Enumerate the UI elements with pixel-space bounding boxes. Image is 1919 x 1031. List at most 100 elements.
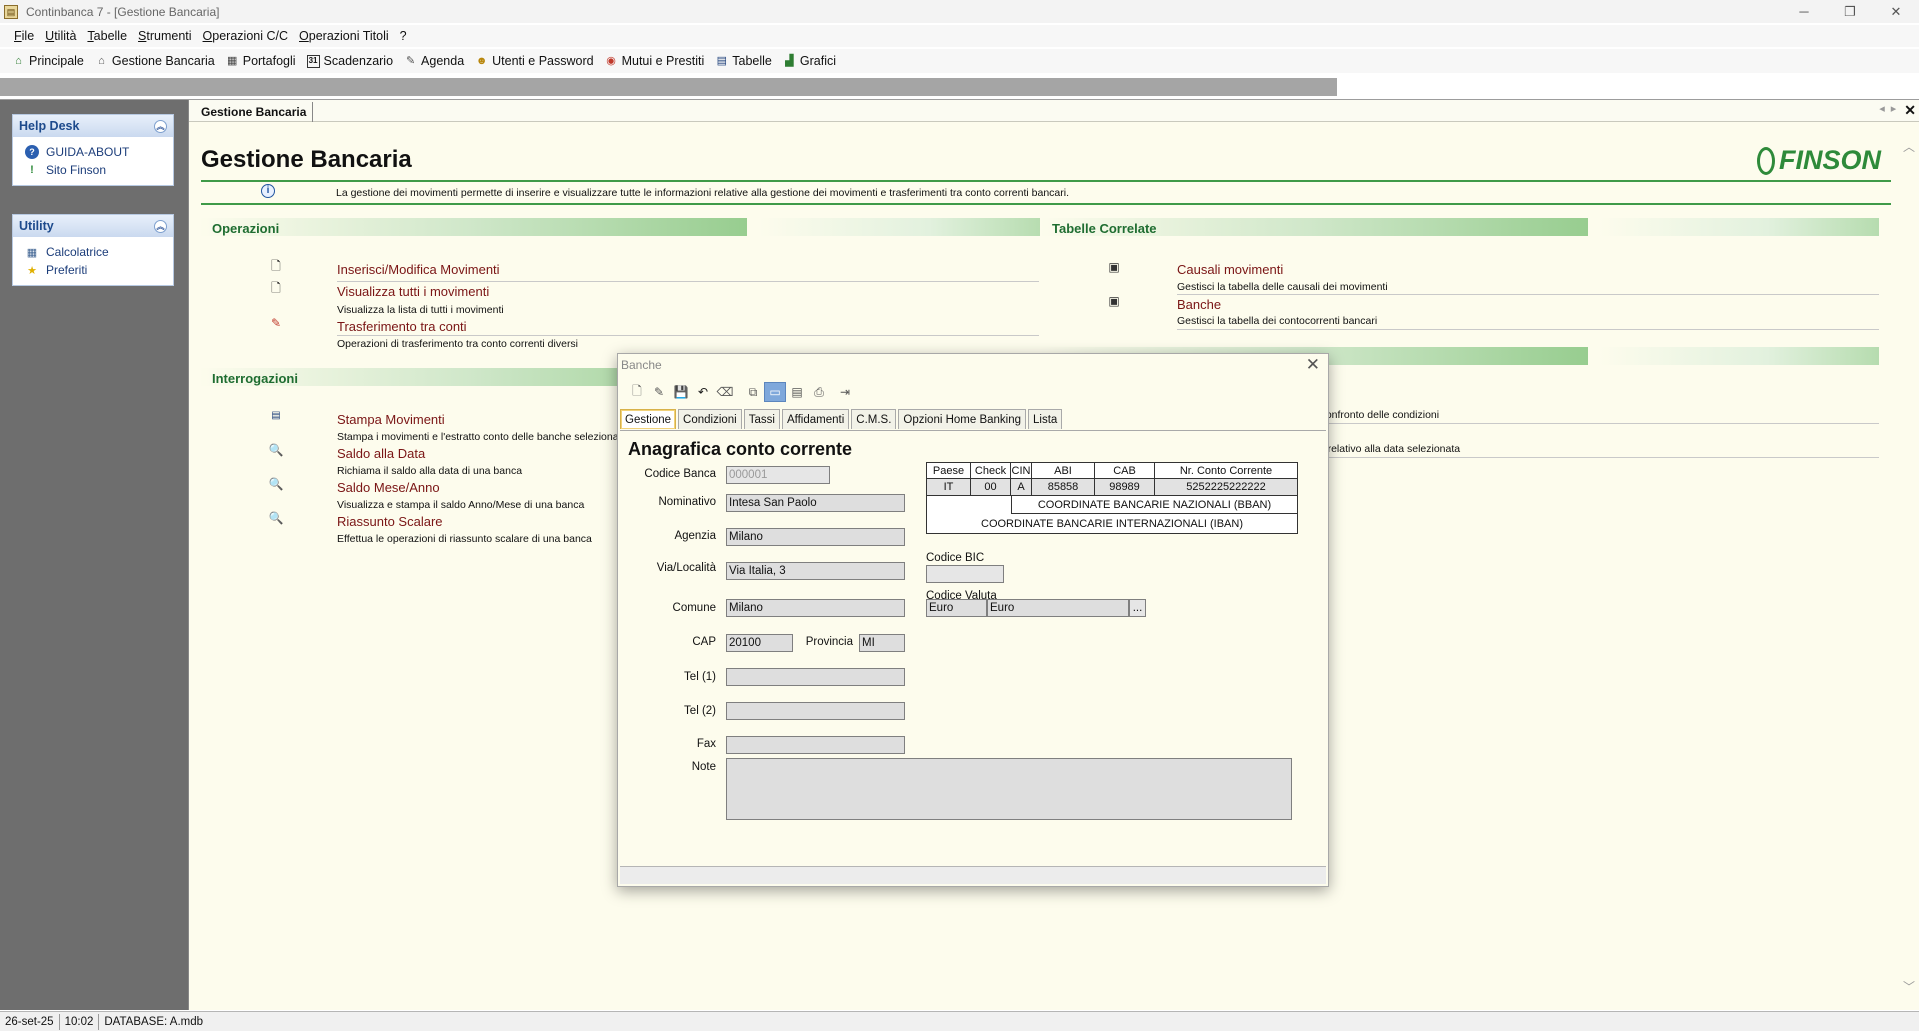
scroll-up-icon[interactable]: ︿ (1903, 138, 1915, 155)
link-visualizza-movimenti[interactable]: Visualizza tutti i movimenti (337, 284, 489, 299)
tab-gestione-bancaria[interactable]: Gestione Bancaria (195, 102, 314, 122)
dialog-status-bar (620, 866, 1326, 884)
toolbar-tabelle[interactable]: ▤ Tabelle (715, 54, 772, 68)
utility-header[interactable]: Utility ︽ (13, 215, 173, 237)
tab-affidamenti[interactable]: Affidamenti (781, 409, 850, 429)
link-causali-movimenti[interactable]: Causali movimenti (1177, 262, 1283, 277)
menu-operazioni-cc[interactable]: Operazioni C/C (203, 29, 288, 43)
save-icon[interactable]: 💾 (670, 382, 692, 402)
minimize-icon[interactable]: ─ (1781, 0, 1827, 23)
value-paese[interactable]: IT (927, 479, 971, 496)
tab-next-icon[interactable]: ▸ (1891, 102, 1897, 119)
comune-field[interactable]: Milano (726, 599, 905, 617)
link-stampa-movimenti[interactable]: Stampa Movimenti (337, 412, 445, 427)
close-window-icon[interactable]: ✕ (1873, 0, 1919, 23)
list-view-icon[interactable]: ▤ (786, 382, 808, 402)
note-field[interactable] (726, 758, 1292, 820)
toolbar-principale[interactable]: ⌂ Principale (12, 54, 84, 68)
close-tab-icon[interactable]: ✕ (1904, 102, 1916, 119)
status-bar: 26-set-25 10:02 DATABASE: A.mdb (0, 1011, 1919, 1031)
exit-icon[interactable]: ⇥ (834, 382, 856, 402)
toolbar-scadenzario[interactable]: 31 Scadenzario (306, 54, 393, 68)
via-localita-field[interactable]: Via Italia, 3 (726, 562, 905, 580)
provincia-field[interactable]: MI (859, 634, 905, 652)
toolbar-grafici[interactable]: ▟ Grafici (783, 54, 836, 68)
toolbar-agenda[interactable]: ✎ Agenda (404, 54, 464, 68)
link-saldo-mese-anno[interactable]: Saldo Mese/Anno (337, 480, 440, 495)
codice-banca-field[interactable]: 000001 (726, 466, 830, 484)
agenzia-field[interactable]: Milano (726, 528, 905, 546)
toolbar-gestione-bancaria[interactable]: ⌂ Gestione Bancaria (95, 54, 215, 68)
menu-strumenti[interactable]: Strumenti (138, 29, 192, 43)
desc-stampa-movimenti: Stampa i movimenti e l'estratto conto de… (337, 431, 628, 443)
restore-icon[interactable]: ❐ (1827, 0, 1873, 23)
collapse-icon[interactable]: ︽ (154, 219, 167, 233)
label-fax: Fax (696, 738, 716, 750)
helpdesk-box: Help Desk ︽ ? GUIDA-ABOUT ! Sito Finson (12, 114, 174, 186)
menu-utilita[interactable]: Utilità (45, 29, 76, 43)
document-icon: 🗋 (271, 280, 281, 295)
helpdesk-header[interactable]: Help Desk ︽ (13, 115, 173, 137)
scroll-down-icon[interactable]: ﹀ (1903, 978, 1915, 995)
fax-field[interactable] (726, 736, 905, 754)
tab-condizioni[interactable]: Condizioni (678, 409, 742, 429)
eraser-icon[interactable]: ⌫ (714, 382, 736, 402)
tel1-field[interactable] (726, 668, 905, 686)
menu-tabelle[interactable]: Tabelle (87, 29, 127, 43)
link-preferiti[interactable]: ★ Preferiti (25, 261, 161, 279)
cap-field[interactable]: 20100 (726, 634, 793, 652)
link-sito-finson[interactable]: ! Sito Finson (25, 161, 161, 179)
desc-saldo-data-left: Richiama il saldo alla data di una banca (337, 465, 523, 477)
close-dialog-icon[interactable]: ✕ (1306, 355, 1320, 375)
collapse-icon[interactable]: ︽ (154, 119, 167, 133)
link-inserisci-movimenti[interactable]: Inserisci/Modifica Movimenti (337, 262, 500, 277)
nominativo-field[interactable]: Intesa San Paolo (726, 494, 905, 512)
codice-bic-field[interactable] (926, 565, 1004, 583)
desc-causali-movimenti: Gestisci la tabella delle causali dei mo… (1177, 281, 1388, 293)
value-cab[interactable]: 98989 (1095, 479, 1155, 496)
page-title: Gestione Bancaria (201, 146, 412, 173)
search-icon: 🔍 (268, 511, 284, 525)
section-title-operazioni: Operazioni (212, 221, 280, 236)
label-tel1: Tel (1) (684, 671, 716, 683)
menu-help[interactable]: ? (400, 29, 407, 43)
label-agenzia: Agenzia (674, 530, 716, 542)
codice-valuta-field[interactable]: Euro (926, 599, 987, 617)
portfolio-icon: ▦ (227, 54, 238, 67)
tab-prev-icon[interactable]: ◂ (1879, 102, 1885, 119)
label-comune: Comune (672, 602, 716, 614)
print-icon[interactable]: ⎙ (808, 382, 830, 402)
divider (337, 335, 1039, 336)
left-panel: Help Desk ︽ ? GUIDA-ABOUT ! Sito Finson Ut… (0, 100, 188, 1010)
form-view-icon[interactable]: ▭ (764, 382, 786, 402)
tab-cms[interactable]: C.M.S. (851, 409, 897, 429)
value-check[interactable]: 00 (971, 479, 1011, 496)
toolbar-mutui[interactable]: ◉ Mutui e Prestiti (605, 54, 704, 68)
link-saldo-data[interactable]: Saldo alla Data (337, 446, 425, 461)
tab-opzioni-home-banking[interactable]: Opzioni Home Banking (898, 409, 1027, 429)
edit-icon[interactable]: ✎ (648, 382, 670, 402)
link-guida-about[interactable]: ? GUIDA-ABOUT (25, 143, 161, 161)
valuta-lookup-button[interactable]: ... (1129, 599, 1146, 617)
menu-operazioni-titoli[interactable]: Operazioni Titoli (299, 29, 389, 43)
value-nr-conto[interactable]: 5252225222222 (1155, 479, 1297, 496)
copy-icon[interactable]: ⧉ (742, 382, 764, 402)
menu-file[interactable]: File (14, 29, 34, 43)
toolbar-utenti[interactable]: ☻ Utenti e Password (475, 54, 594, 68)
link-calcolatrice[interactable]: ▦ Calcolatrice (25, 243, 161, 261)
dialog-title: Banche (621, 358, 662, 372)
link-banche[interactable]: Banche (1177, 297, 1221, 312)
undo-icon[interactable]: ↶ (692, 382, 714, 402)
dialog-tabs: Gestione Condizioni Tassi Affidamenti C.… (620, 409, 1064, 429)
value-cin[interactable]: A (1011, 479, 1032, 496)
tel2-field[interactable] (726, 702, 905, 720)
link-riassunto-scalare[interactable]: Riassunto Scalare (337, 514, 443, 529)
helpdesk-title: Help Desk (19, 119, 80, 133)
tab-tassi[interactable]: Tassi (743, 409, 780, 429)
tab-gestione[interactable]: Gestione (620, 409, 677, 429)
value-abi[interactable]: 85858 (1032, 479, 1095, 496)
toolbar-portafogli[interactable]: ▦ Portafogli (226, 54, 296, 68)
new-record-icon[interactable]: 🗋 (626, 382, 648, 402)
link-trasferimento[interactable]: Trasferimento tra conti (337, 319, 467, 334)
tab-lista[interactable]: Lista (1028, 409, 1063, 429)
